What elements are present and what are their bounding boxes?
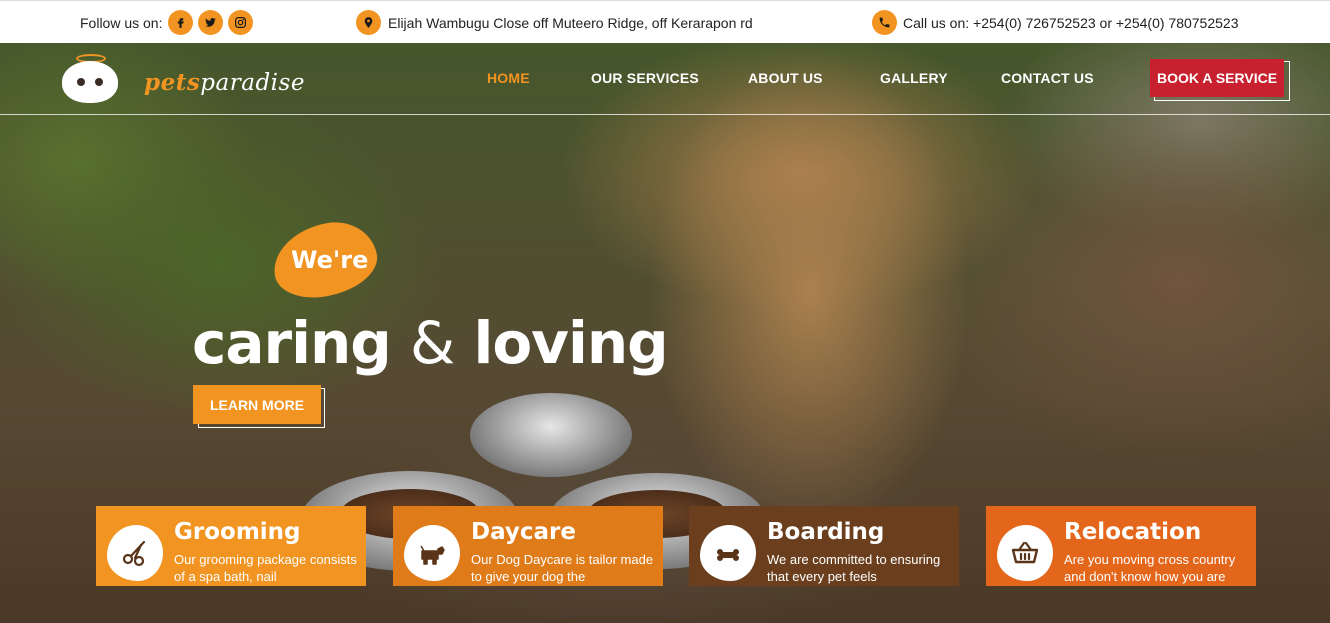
service-card-relocation[interactable]: Relocation Are you moving cross country … <box>986 506 1256 586</box>
service-card-boarding[interactable]: Boarding We are committed to ensuring th… <box>689 506 959 586</box>
instagram-icon[interactable] <box>228 10 254 35</box>
book-service-button[interactable]: BOOK A SERVICE <box>1150 59 1284 97</box>
main-nav: petsparadise HOME OUR SERVICES ABOUT US … <box>0 43 1330 115</box>
dog-face-icon <box>62 61 118 103</box>
twitter-icon[interactable] <box>198 10 224 35</box>
service-description: Our grooming package consists of a spa b… <box>174 552 357 584</box>
nav-item-our-services[interactable]: OUR SERVICES <box>591 70 699 86</box>
follow-us: Follow us on: <box>80 10 254 35</box>
address-text: Elijah Wambugu Close off Muteero Ridge, … <box>388 14 753 31</box>
service-card-daycare[interactable]: Daycare Our Dog Daycare is tailor made t… <box>393 506 663 586</box>
phone-info: Call us on: +254(0) 726752523 or +254(0)… <box>872 10 1238 35</box>
service-description: Are you moving cross country and don't k… <box>1064 552 1236 584</box>
headline-amp: & <box>410 309 455 377</box>
service-card-grooming[interactable]: Grooming Our grooming package consists o… <box>96 506 366 586</box>
service-description: Our Dog Daycare is tailor made to give y… <box>471 552 654 584</box>
nav-item-home[interactable]: HOME <box>487 70 530 86</box>
nav-item-contact-us[interactable]: CONTACT US <box>1001 70 1094 86</box>
nav-item-gallery[interactable]: GALLERY <box>880 70 948 86</box>
nav-item-about-us[interactable]: ABOUT US <box>748 70 823 86</box>
learn-more: LEARN MORE <box>193 385 325 428</box>
headline-word-1: caring <box>192 309 392 377</box>
service-title: Grooming <box>174 519 301 545</box>
facebook-icon[interactable] <box>168 10 194 35</box>
book-service: BOOK A SERVICE <box>1150 59 1290 101</box>
location-pin-icon <box>356 10 381 35</box>
food-bowl <box>470 393 632 477</box>
address-info: Elijah Wambugu Close off Muteero Ridge, … <box>356 10 753 35</box>
hero-tag: We're <box>291 246 369 274</box>
phone-text[interactable]: Call us on: +254(0) 726752523 or +254(0)… <box>903 15 1238 31</box>
bone-icon <box>700 525 756 581</box>
follow-us-label: Follow us on: <box>80 14 163 31</box>
logo[interactable]: petsparadise <box>62 51 304 109</box>
service-description: We are committed to ensuring that every … <box>767 552 941 584</box>
scissors-icon <box>107 525 163 581</box>
service-title: Boarding <box>767 519 885 545</box>
headline-word-2: loving <box>473 309 668 377</box>
learn-more-button[interactable]: LEARN MORE <box>193 385 321 424</box>
service-title: Relocation <box>1064 519 1202 545</box>
dog-icon <box>404 525 460 581</box>
top-bar: Follow us on: Elijah Wambugu Close off M… <box>0 0 1330 43</box>
basket-icon <box>997 525 1053 581</box>
logo-text: petsparadise <box>144 69 305 96</box>
service-title: Daycare <box>471 519 576 545</box>
phone-icon <box>872 10 897 35</box>
hero-headline: caring & loving <box>192 309 669 377</box>
